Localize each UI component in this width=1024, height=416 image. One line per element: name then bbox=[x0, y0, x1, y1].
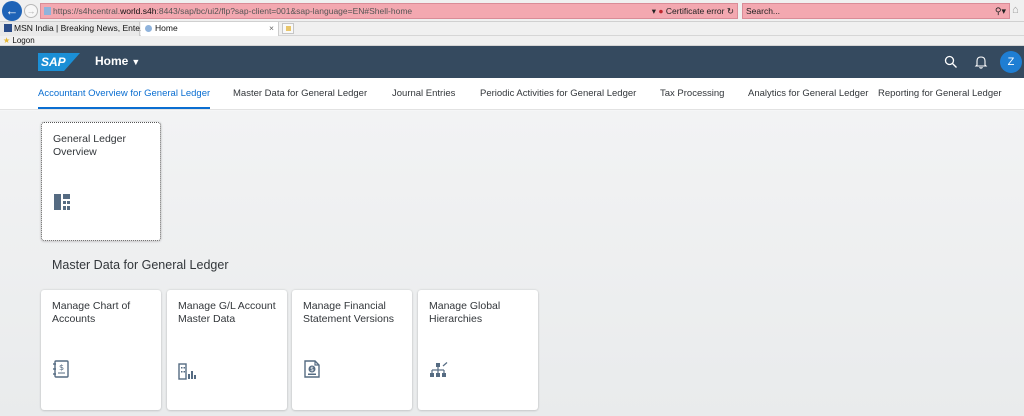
address-tools: ▾ ● Certificate error ↻ bbox=[652, 4, 734, 18]
tab-tax-processing[interactable]: Tax Processing bbox=[660, 88, 724, 99]
tile-manage-global-hierarchies[interactable]: Manage Global Hierarchies bbox=[418, 290, 538, 410]
tile-title: General Ledger Overview bbox=[53, 133, 126, 158]
home-icon[interactable]: ⌂ bbox=[1012, 4, 1019, 16]
caret-down-icon: ▼ bbox=[131, 57, 141, 67]
browser-toolbar: ← → https://s4hcentral.world.s4h:8443/sa… bbox=[0, 0, 1024, 22]
certificate-error-label[interactable]: Certificate error bbox=[666, 6, 725, 16]
sap-logo[interactable]: SAP bbox=[38, 53, 80, 71]
page-icon bbox=[44, 7, 51, 15]
svg-text:$: $ bbox=[59, 363, 64, 372]
section-title-master-data: Master Data for General Ledger bbox=[52, 258, 229, 272]
ledger-book-icon: $ bbox=[52, 360, 70, 383]
tile-title: Manage G/L Account Master Data bbox=[178, 300, 276, 325]
tile-manage-gl-account-master-data[interactable]: Manage G/L Account Master Data bbox=[167, 290, 287, 410]
tab-label: Home bbox=[155, 23, 178, 33]
building-chart-icon bbox=[178, 362, 198, 385]
star-icon: ★ bbox=[3, 36, 11, 45]
browser-tab-msn[interactable]: MSN India | Breaking News, Ente... bbox=[0, 22, 147, 36]
favorite-logon-link[interactable]: Logon bbox=[12, 36, 34, 45]
tile-manage-chart-of-accounts[interactable]: Manage Chart of Accounts $ bbox=[41, 290, 161, 410]
avatar[interactable]: Z bbox=[1000, 51, 1022, 73]
bell-icon[interactable] bbox=[974, 55, 988, 69]
shield-error-icon: ● bbox=[658, 6, 664, 16]
search-icon[interactable]: ⚲▾ bbox=[995, 4, 1006, 18]
url-prefix: https://s4hcentral. bbox=[53, 6, 121, 16]
tab-accountant-overview[interactable]: Accountant Overview for General Ledger bbox=[38, 88, 210, 99]
url-path: :8443/sap/bc/ui2/flp?sap-client=001&sap-… bbox=[156, 6, 413, 16]
tab-periodic-activities[interactable]: Periodic Activities for General Ledger bbox=[480, 88, 636, 99]
back-arrow-icon[interactable]: ← bbox=[2, 1, 22, 21]
tile-general-ledger-overview[interactable]: General Ledger Overview bbox=[41, 122, 161, 241]
browser-tabs: MSN India | Breaking News, Ente... Home × bbox=[0, 22, 1024, 36]
browser-search-input[interactable]: Search... ⚲▾ bbox=[742, 3, 1010, 19]
hierarchy-icon bbox=[429, 362, 449, 385]
tab-journal-entries[interactable]: Journal Entries bbox=[392, 88, 455, 99]
address-bar[interactable]: https://s4hcentral.world.s4h:8443/sap/bc… bbox=[40, 3, 738, 19]
tab-master-data[interactable]: Master Data for General Ledger bbox=[233, 88, 367, 99]
search-placeholder: Search... bbox=[746, 6, 781, 16]
favorites-bar: ★ Logon bbox=[0, 36, 1024, 46]
tab-label: MSN India | Breaking News, Ente... bbox=[14, 23, 148, 33]
search-icon[interactable] bbox=[944, 55, 958, 69]
svg-text:$: $ bbox=[310, 366, 314, 373]
tile-manage-financial-statement-versions[interactable]: Manage Financial Statement Versions $ bbox=[292, 290, 412, 410]
tile-title: Manage Financial Statement Versions bbox=[303, 300, 395, 325]
tile-title: Manage Chart of Accounts bbox=[52, 300, 131, 325]
browser-tab-home[interactable]: Home × bbox=[141, 22, 279, 36]
page-favicon-icon bbox=[145, 25, 152, 32]
active-tab-indicator bbox=[38, 107, 210, 109]
home-menu-button[interactable]: Home ▼ bbox=[95, 54, 140, 68]
launchpad-content: General Ledger Overview Master Data for … bbox=[0, 111, 1024, 416]
refresh-icon[interactable]: ↻ bbox=[727, 6, 734, 16]
shell-title-label: Home bbox=[95, 54, 129, 68]
anchor-navigation: Accountant Overview for General Ledger M… bbox=[0, 78, 1024, 110]
shell-header: SAP Home ▼ Z bbox=[0, 46, 1024, 78]
tab-analytics[interactable]: Analytics for General Ledger bbox=[748, 88, 868, 99]
url-domain: world.s4h bbox=[120, 6, 157, 16]
dropdown-icon[interactable]: ▾ bbox=[652, 6, 656, 16]
forward-arrow-icon[interactable]: → bbox=[24, 4, 38, 18]
new-tab-button[interactable] bbox=[282, 23, 294, 34]
msn-favicon-icon bbox=[4, 24, 12, 32]
document-money-icon: $ bbox=[303, 360, 321, 383]
close-icon[interactable]: × bbox=[269, 22, 274, 35]
tab-reporting[interactable]: Reporting for General Ledger bbox=[878, 88, 1002, 99]
overview-icon bbox=[53, 193, 71, 216]
tile-title: Manage Global Hierarchies bbox=[429, 300, 501, 325]
